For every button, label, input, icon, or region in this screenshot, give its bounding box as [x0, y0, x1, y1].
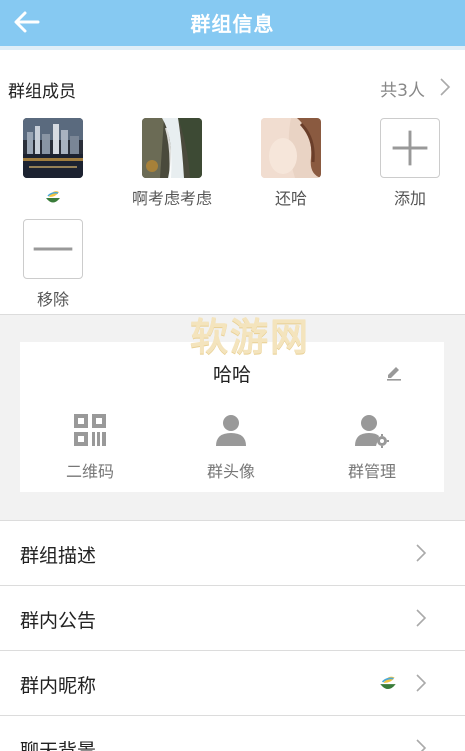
- member-item[interactable]: [3, 118, 103, 207]
- group-profile-card: 哈哈 二维码 群头像 群管理: [20, 342, 444, 492]
- row-group-announcement[interactable]: 群内公告: [0, 586, 465, 651]
- pencil-icon[interactable]: [385, 363, 403, 381]
- remove-member-item[interactable]: 移除: [3, 219, 103, 309]
- tool-label: 二维码: [65, 462, 114, 481]
- row-label: 群组描述: [20, 545, 97, 567]
- add-member-label: 添加: [393, 189, 426, 208]
- row-label: 聊天背景: [20, 740, 97, 751]
- member-item[interactable]: 还哈: [241, 118, 341, 208]
- tool-label: 群管理: [347, 462, 396, 481]
- chevron-right-icon: [416, 544, 427, 562]
- group-manage-button[interactable]: 群管理: [322, 412, 422, 482]
- remove-member-button[interactable]: [23, 219, 83, 279]
- add-member-button[interactable]: [380, 118, 440, 178]
- chevron-right-icon: [416, 674, 427, 692]
- member-name: 啊考虑考虑: [131, 189, 212, 208]
- page-title: 群组信息: [190, 12, 275, 36]
- chevron-right-icon: [416, 609, 427, 627]
- qr-code-icon: [74, 414, 106, 446]
- member-item[interactable]: 啊考虑考虑: [122, 118, 222, 208]
- chevron-right-icon[interactable]: [439, 77, 451, 97]
- row-label: 群内昵称: [20, 675, 97, 697]
- person-gear-icon: [355, 415, 389, 448]
- settings-list: 群组描述 群内公告 群内昵称 聊天背景: [0, 520, 465, 751]
- watermark: 软游网: [190, 315, 311, 359]
- row-group-nickname[interactable]: 群内昵称: [0, 651, 465, 716]
- leaf-cup-icon: [46, 191, 60, 203]
- plus-icon: [392, 130, 428, 166]
- members-section: 群组成员 共3人 啊考虑考虑 还哈 添加 移除: [0, 50, 465, 314]
- remove-member-label: 移除: [36, 290, 69, 309]
- member-name: 还哈: [274, 189, 307, 208]
- person-icon: [216, 415, 246, 446]
- minus-icon: [33, 247, 73, 251]
- row-chat-background[interactable]: 聊天背景: [0, 716, 465, 751]
- row-group-description[interactable]: 群组描述: [0, 521, 465, 586]
- members-label: 群组成员: [8, 82, 76, 102]
- row-label: 群内公告: [20, 610, 97, 632]
- member-count[interactable]: 共3人: [380, 76, 425, 101]
- leaf-cup-icon: [380, 676, 396, 690]
- member-avatar[interactable]: [23, 118, 83, 178]
- qr-code-button[interactable]: 二维码: [40, 412, 140, 482]
- member-avatar[interactable]: [261, 118, 321, 178]
- chevron-right-icon: [416, 739, 427, 751]
- add-member-item[interactable]: 添加: [360, 118, 460, 208]
- group-name[interactable]: 哈哈: [20, 360, 444, 387]
- tool-label: 群头像: [206, 462, 255, 481]
- member-avatar[interactable]: [142, 118, 202, 178]
- group-avatar-button[interactable]: 群头像: [181, 412, 281, 482]
- title-bar: 群组信息: [0, 0, 465, 46]
